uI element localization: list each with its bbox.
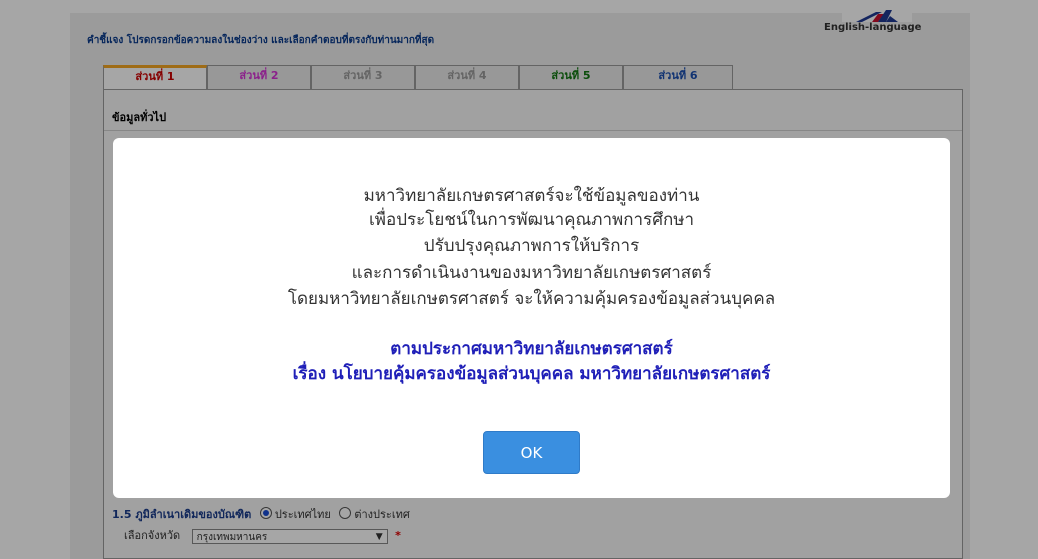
notice-line: และการดำเนินงานของมหาวิทยาลัยเกษตรศาสตร์ (351, 263, 712, 283)
notice-line: มหาวิทยาลัยเกษตรศาสตร์จะใช้ข้อมูลของท่าน (363, 186, 700, 206)
privacy-notice-dialog: มหาวิทยาลัยเกษตรศาสตร์จะใช้ข้อมูลของท่าน… (113, 138, 950, 498)
notice-line: ปรับปรุงคุณภาพการให้บริการ (423, 236, 640, 256)
announcement-line: ตามประกาศมหาวิทยาลัยเกษตรศาสตร์ (390, 339, 673, 359)
ok-button[interactable]: OK (483, 431, 580, 474)
notice-line: เพื่อประโยชน์ในการพัฒนาคุณภาพการศึกษา (368, 210, 695, 230)
notice-line: โดยมหาวิทยาลัยเกษตรศาสตร์ จะให้ความคุ้มค… (287, 289, 776, 309)
announcement-line: เรื่อง นโยบายคุ้มครองข้อมูลส่วนบุคคล มหา… (292, 364, 771, 384)
